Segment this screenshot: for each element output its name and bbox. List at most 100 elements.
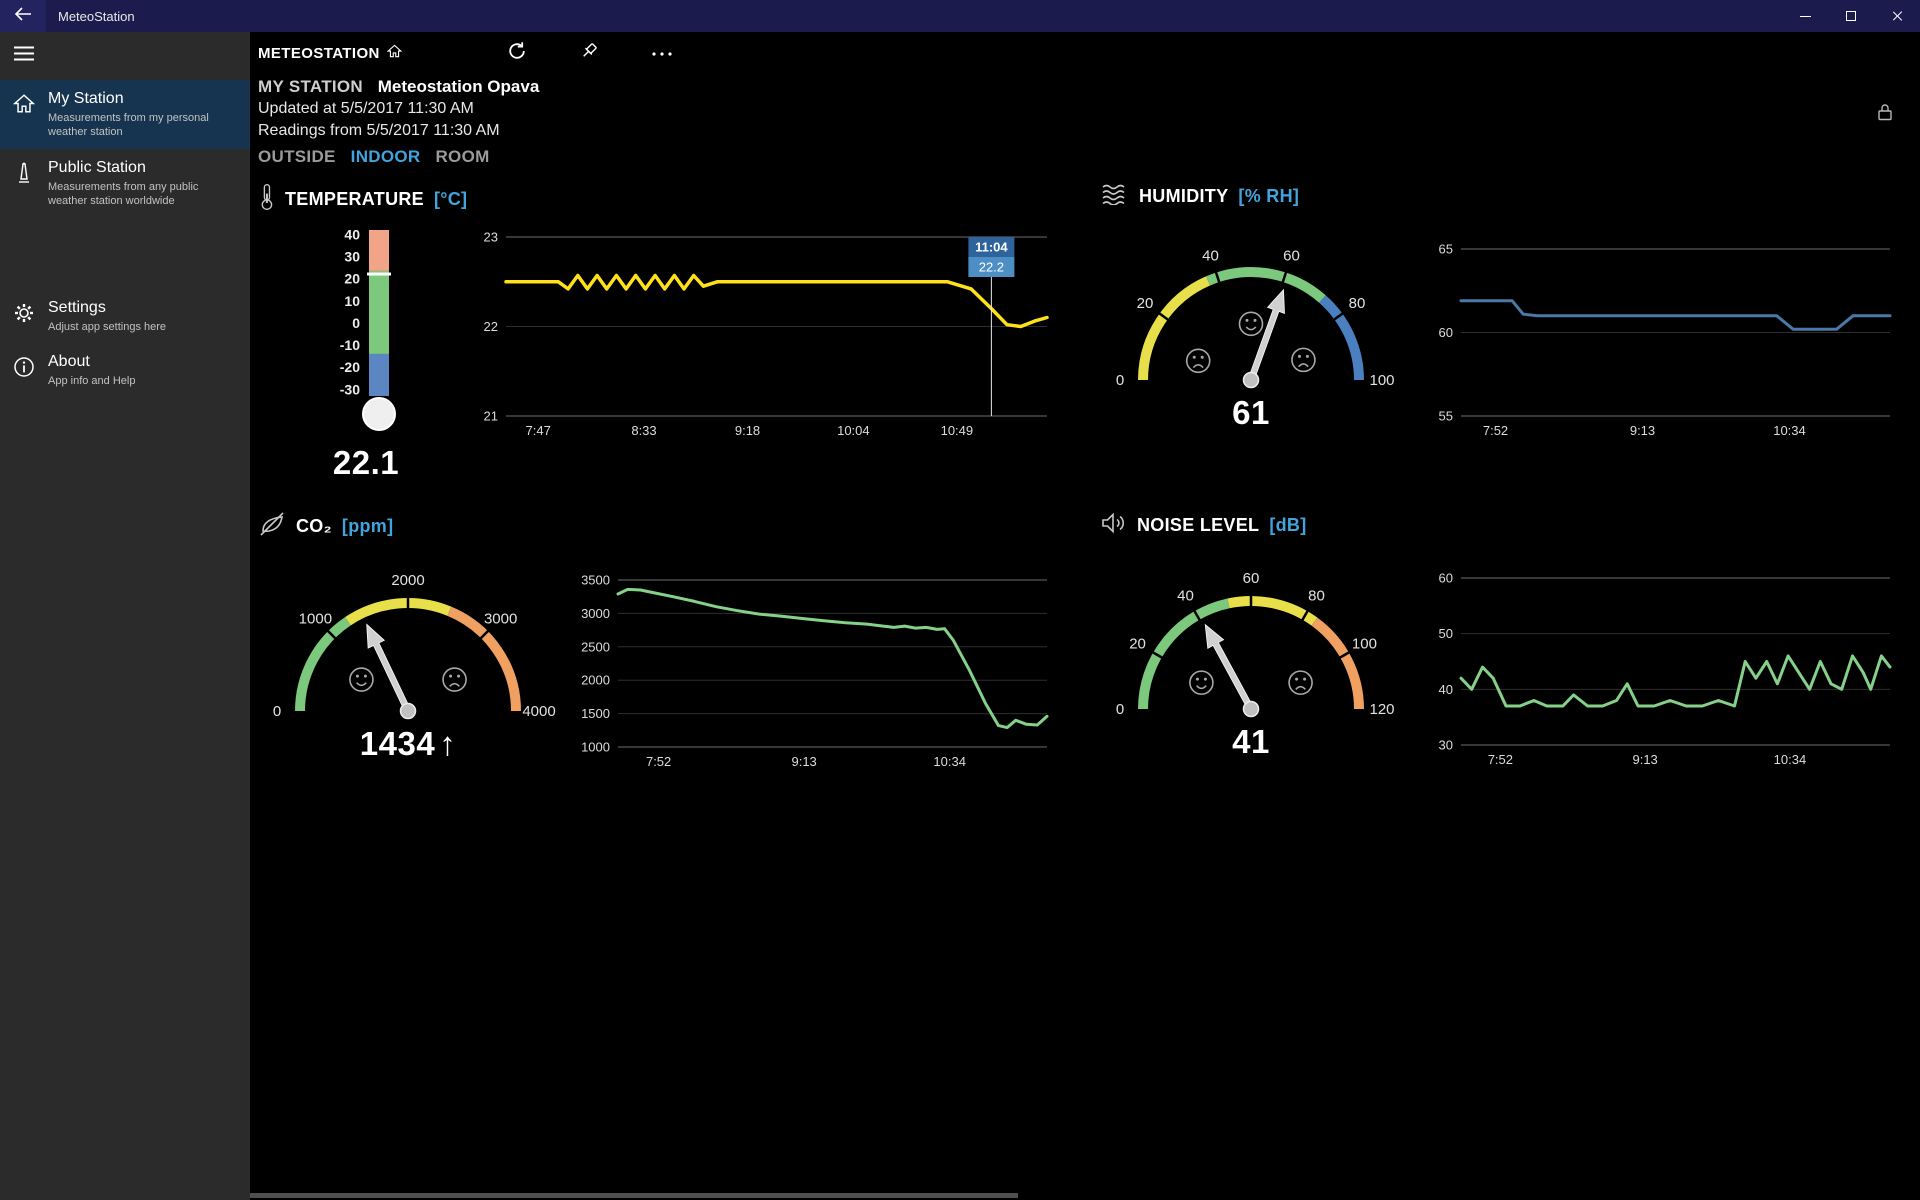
minimize-button[interactable] [1782,0,1828,32]
svg-text:100: 100 [1369,372,1394,389]
lock-icon [1876,109,1894,126]
station-label: MY STATION [258,77,363,96]
svg-text:40: 40 [1177,588,1194,605]
speaker-icon [1101,512,1127,539]
maximize-button[interactable] [1828,0,1874,32]
hamburger-button[interactable] [0,32,48,80]
sidebar-item-my-station[interactable]: My Station Measurements from my personal… [0,80,250,149]
co2-chart[interactable]: 1000150020002500300035007:529:1310:34 [568,571,1057,773]
refresh-button[interactable] [507,41,527,66]
svg-text:10: 10 [344,293,360,309]
svg-text:-20: -20 [340,359,360,375]
svg-text:1500: 1500 [581,706,610,721]
svg-text:7:52: 7:52 [1488,752,1513,767]
svg-text:2000: 2000 [581,673,610,688]
sidebar-item-label: About [48,353,135,371]
ellipsis-icon [651,44,673,62]
sidebar-item-label: Public Station [48,159,236,177]
svg-text:20: 20 [1129,636,1146,653]
panel-title-text: NOISE LEVEL [1137,515,1259,536]
lock-button[interactable] [1876,102,1894,127]
svg-text:23: 23 [484,230,498,245]
tower-icon [0,159,48,209]
window-title: MeteoStation [58,9,135,24]
svg-text:2500: 2500 [581,639,610,654]
horizontal-scrollbar[interactable] [250,1193,1018,1198]
humidity-value: 61 [1232,394,1270,432]
maximize-icon [1846,11,1856,21]
back-arrow-icon [14,7,32,26]
tab-indoor[interactable]: INDOOR [351,147,421,167]
svg-text:10:49: 10:49 [941,423,974,438]
svg-text:7:52: 7:52 [1483,423,1508,438]
pin-button[interactable] [579,41,599,66]
humidity-icon [1101,183,1129,210]
tab-outside[interactable]: OUTSIDE [258,147,336,167]
co2-gauge: 01000200030004000 [258,563,558,721]
sidebar: My Station Measurements from my personal… [0,32,250,1200]
sidebar-item-label: My Station [48,90,236,108]
back-button[interactable] [0,0,46,32]
home-icon [0,90,48,140]
window-controls [1782,0,1920,32]
sidebar-item-desc: Measurements from any public weather sta… [48,180,236,209]
svg-text:80: 80 [1349,295,1366,312]
trend-up-arrow: ↑ [439,725,456,762]
svg-text:-10: -10 [340,337,360,353]
svg-text:7:52: 7:52 [646,754,671,769]
co2-value: 1434↑ [360,725,456,763]
page-title: METEOSTATION [258,44,402,62]
svg-text:9:13: 9:13 [1630,423,1655,438]
temperature-panel-title: TEMPERATURE [°C] [258,183,1057,216]
temperature-panel: TEMPERATURE [°C] 403020100-10-20-30 22.1… [258,183,1057,482]
svg-text:4000: 4000 [522,703,555,720]
noise-value: 41 [1232,723,1270,761]
svg-text:3500: 3500 [581,573,610,588]
close-button[interactable] [1874,0,1920,32]
svg-text:20: 20 [344,271,360,287]
sidebar-item-settings[interactable]: Settings Adjust app settings here [0,289,250,343]
temperature-chart[interactable]: 2122237:478:339:1810:0410:4911:0422.2 [456,228,1057,442]
co2-panel: CO₂ [ppm] 01000200030004000 1434↑ 1000 15… [258,512,1057,773]
svg-text:21: 21 [484,409,498,424]
panel-unit-text: [% RH] [1238,186,1299,207]
co2-panel-title: CO₂ [ppm] [258,512,1057,541]
sidebar-item-label: Settings [48,299,166,317]
svg-text:30: 30 [344,249,360,265]
sidebar-spacer [0,217,250,289]
svg-text:60: 60 [1439,571,1453,586]
svg-text:3000: 3000 [581,606,610,621]
location-tabs: OUTSIDE INDOOR ROOM [258,147,1900,167]
panel-title-text: CO₂ [296,516,332,537]
svg-text:10:04: 10:04 [837,423,870,438]
svg-text:10:34: 10:34 [933,754,966,769]
page-title-text: METEOSTATION [258,45,380,62]
noise-chart[interactable]: 304050607:529:1310:34 [1411,569,1900,771]
panel-unit-text: [dB] [1269,515,1306,536]
humidity-panel: HUMIDITY [% RH] 020406080100 61 5560657:… [1101,183,1900,482]
svg-text:0: 0 [1116,701,1124,718]
svg-text:40: 40 [344,226,360,242]
svg-text:8:33: 8:33 [631,423,656,438]
minimize-icon [1800,16,1811,17]
svg-text:60: 60 [1283,247,1300,264]
sidebar-item-about[interactable]: About App info and Help [0,343,250,397]
command-bar: METEOSTATION [258,32,1900,74]
tab-room[interactable]: ROOM [435,147,489,167]
main-content: METEOSTATION [250,32,1920,1200]
svg-text:20: 20 [1137,295,1154,312]
svg-text:10:34: 10:34 [1774,752,1807,767]
humidity-panel-title: HUMIDITY [% RH] [1101,183,1900,210]
sidebar-item-desc: Measurements from my personal weather st… [48,111,236,140]
sidebar-item-desc: Adjust app settings here [48,320,166,334]
sidebar-item-public-station[interactable]: Public Station Measurements from any pub… [0,149,250,218]
gear-icon [0,299,48,334]
svg-text:1000: 1000 [581,740,610,755]
panel-title-text: TEMPERATURE [285,189,424,210]
sidebar-item-desc: App info and Help [48,374,135,388]
svg-text:10:34: 10:34 [1773,423,1806,438]
humidity-chart[interactable]: 5560657:529:1310:34 [1411,240,1900,442]
more-button[interactable] [651,44,673,62]
svg-text:9:18: 9:18 [735,423,760,438]
panel-unit-text: [°C] [434,189,467,210]
